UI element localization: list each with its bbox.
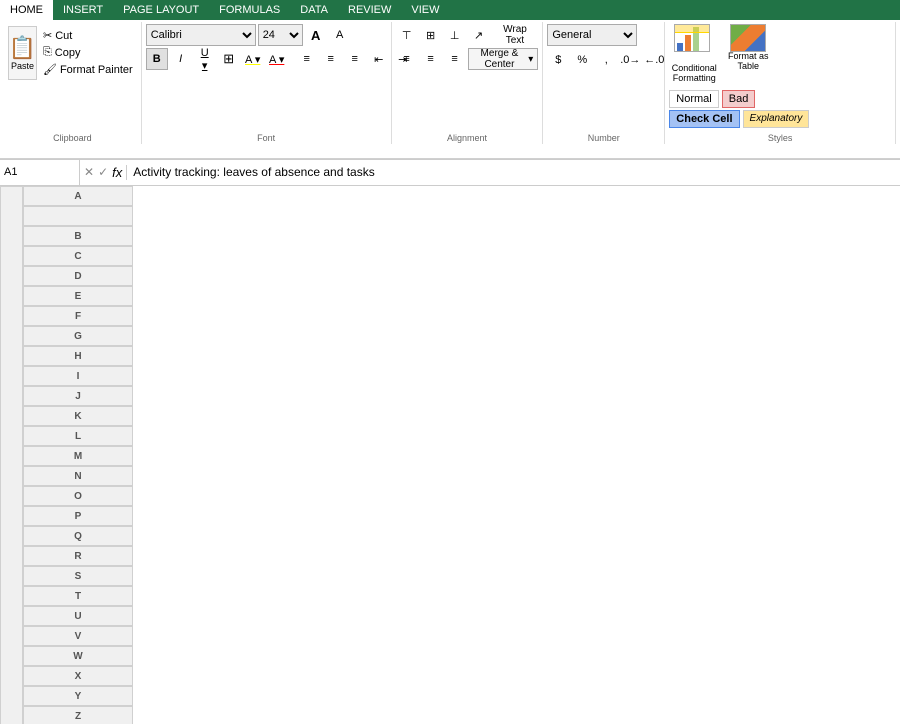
tab-review[interactable]: REVIEW bbox=[338, 0, 401, 20]
style-explanatory[interactable]: Explanatory bbox=[743, 110, 810, 128]
styles-label: Styles bbox=[665, 133, 895, 143]
spreadsheet-area[interactable]: A B C D E F G H I J K L M N O P Q R S T bbox=[0, 186, 900, 724]
tab-data[interactable]: DATA bbox=[290, 0, 338, 20]
text-center-button[interactable]: ≡ bbox=[420, 48, 442, 70]
paintbrush-icon: 🖌 bbox=[43, 63, 57, 76]
percent-button[interactable]: % bbox=[571, 49, 593, 71]
tab-page-layout[interactable]: PAGE LAYOUT bbox=[113, 0, 209, 20]
bold-button[interactable]: B bbox=[146, 48, 168, 70]
text-right-button[interactable]: ≡ bbox=[444, 48, 466, 70]
align-right-button[interactable]: ≡ bbox=[344, 48, 366, 70]
insert-function-icon[interactable]: fx bbox=[112, 165, 122, 180]
formula-input[interactable] bbox=[127, 165, 900, 179]
wrap-text-button[interactable]: Wrap Text bbox=[492, 24, 539, 46]
style-bad[interactable]: Bad bbox=[722, 90, 756, 108]
col-letters-row: A B C D E F G H I J K L M N O P Q R S T bbox=[1, 186, 900, 724]
orientation-button[interactable]: ↗ bbox=[468, 24, 490, 46]
name-box[interactable]: A1 bbox=[0, 160, 80, 185]
formula-icons: ✕ ✓ fx bbox=[80, 165, 127, 180]
increase-decimal-button[interactable]: .0→ bbox=[619, 49, 641, 71]
font-group-label: Font bbox=[142, 133, 391, 143]
tab-formulas[interactable]: FORMULAS bbox=[209, 0, 290, 20]
number-group: General $ % , .0→ ←.0 Number bbox=[543, 22, 665, 144]
alignment-label: Alignment bbox=[392, 133, 543, 143]
number-label: Number bbox=[543, 133, 664, 143]
copy-button[interactable]: ⎘ Copy bbox=[41, 45, 135, 60]
tab-home[interactable]: HOME bbox=[0, 0, 53, 20]
cut-icon: ✂ bbox=[43, 29, 52, 42]
formula-bar: A1 ✕ ✓ fx bbox=[0, 160, 900, 186]
number-format-select[interactable]: General bbox=[547, 24, 637, 46]
text-left-button[interactable]: ≡ bbox=[396, 48, 418, 70]
font-grow-button[interactable]: A bbox=[305, 24, 327, 46]
comma-button[interactable]: , bbox=[595, 49, 617, 71]
clipboard-label: Clipboard bbox=[4, 133, 141, 143]
copy-icon: ⎘ bbox=[43, 46, 52, 59]
font-group: Calibri 24 A A B I U ▾ ⊞ A ▾ A ▾ ≡ ≡ ≡ ⇤ bbox=[142, 22, 392, 144]
fill-color-button[interactable]: A ▾ bbox=[242, 48, 264, 70]
cut-button[interactable]: ✂ Cut bbox=[41, 28, 135, 43]
chevron-down-icon: ▾ bbox=[528, 54, 533, 65]
paste-icon: 📋 bbox=[9, 35, 36, 61]
tab-view[interactable]: VIEW bbox=[401, 0, 449, 20]
style-normal[interactable]: Normal bbox=[669, 90, 718, 108]
italic-button[interactable]: I bbox=[170, 48, 192, 70]
bottom-align-button[interactable]: ⊥ bbox=[444, 24, 466, 46]
merge-center-button[interactable]: Merge & Center ▾ bbox=[468, 48, 539, 70]
conditional-formatting-button[interactable]: Conditional Formatting bbox=[669, 24, 719, 84]
middle-align-button[interactable]: ⊞ bbox=[420, 24, 442, 46]
currency-button[interactable]: $ bbox=[547, 49, 569, 71]
main-spreadsheet: A B C D E F G H I J K L M N O P Q R S T bbox=[0, 186, 900, 724]
font-size-select[interactable]: 24 bbox=[258, 24, 303, 46]
decrease-decimal-button[interactable]: ←.0 bbox=[643, 49, 665, 71]
format-painter-button[interactable]: 🖌 Format Painter bbox=[41, 62, 135, 77]
decrease-indent-button[interactable]: ⇤ bbox=[368, 48, 390, 70]
confirm-icon[interactable]: ✓ bbox=[98, 165, 108, 179]
style-check-cell[interactable]: Check Cell bbox=[669, 110, 739, 128]
border-button[interactable]: ⊞ bbox=[218, 48, 240, 70]
top-align-button[interactable]: ⊤ bbox=[396, 24, 418, 46]
alignment-group: ⊤ ⊞ ⊥ ↗ Wrap Text ≡ ≡ ≡ Merge & Center ▾… bbox=[392, 22, 544, 144]
format-as-table-button[interactable]: Format as Table bbox=[723, 24, 773, 72]
paste-button[interactable]: 📋 Paste bbox=[8, 26, 37, 80]
font-shrink-button[interactable]: A bbox=[329, 24, 351, 46]
align-left-button[interactable]: ≡ bbox=[296, 48, 318, 70]
font-name-select[interactable]: Calibri bbox=[146, 24, 256, 46]
cancel-icon[interactable]: ✕ bbox=[84, 165, 94, 179]
underline-button[interactable]: U ▾ bbox=[194, 48, 216, 70]
font-color-button[interactable]: A ▾ bbox=[266, 48, 288, 70]
align-center-button[interactable]: ≡ bbox=[320, 48, 342, 70]
tab-insert[interactable]: INSERT bbox=[53, 0, 113, 20]
clipboard-group: 📋 Paste ✂ Cut ⎘ Copy 🖌 Format Painter bbox=[4, 22, 142, 144]
styles-group: Conditional Formatting Format as Table N… bbox=[665, 22, 896, 144]
